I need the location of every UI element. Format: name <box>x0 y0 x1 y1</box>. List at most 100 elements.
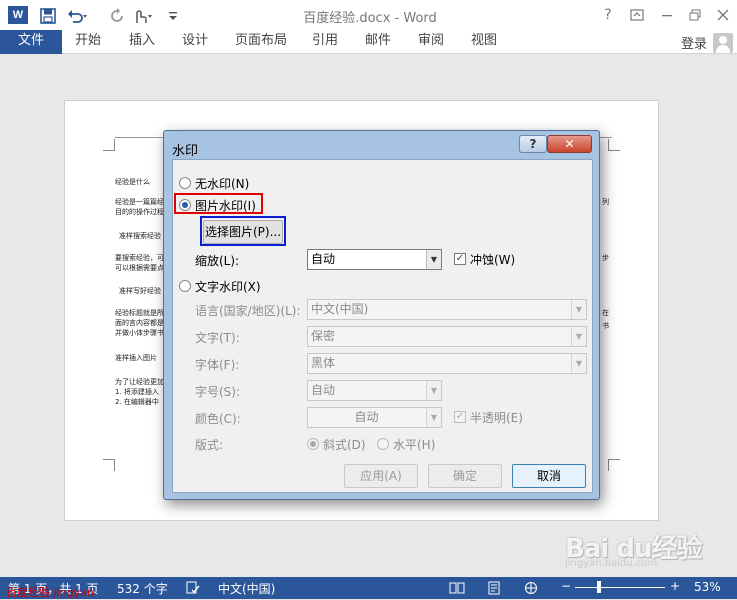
highlight-box-blue <box>200 216 286 246</box>
doc-line: 要搜索经验，可 <box>115 254 164 262</box>
ribbon-tabs: 文件 开始 插入 设计 页面布局 引用 邮件 审阅 视图 登录 <box>0 30 737 54</box>
layout-label: 版式: <box>195 438 224 452</box>
scale-label: 缩放(L): <box>195 254 240 268</box>
tab-references[interactable]: 引用 <box>305 30 345 54</box>
doc-line: 为了让经验更加 <box>115 378 164 386</box>
doc-line: 在 <box>602 309 609 317</box>
minimize-button[interactable] <box>656 4 678 26</box>
zoom-out-button[interactable]: − <box>561 579 571 593</box>
horizontal-label[interactable]: 水平(H) <box>393 436 435 453</box>
doc-line: 准样插入图片 <box>115 354 157 362</box>
semitransparent-label[interactable]: 半透明(E) <box>470 409 523 426</box>
dialog-title: 水印 <box>172 144 199 159</box>
text-watermark-radio[interactable] <box>179 280 191 292</box>
color-dropdown[interactable]: 自动 ▼ <box>307 407 442 428</box>
scale-value: 自动 <box>311 252 336 266</box>
no-watermark-label[interactable]: 无水印(N) <box>195 175 249 192</box>
text-combobox[interactable]: 保密 ▼ <box>307 326 587 347</box>
close-window-button[interactable] <box>712 4 734 26</box>
washout-label[interactable]: 冲蚀(W) <box>470 251 515 268</box>
tab-view[interactable]: 视图 <box>464 30 504 54</box>
print-layout-icon[interactable] <box>487 581 501 598</box>
horizontal-radio[interactable] <box>377 438 389 450</box>
undo-icon[interactable] <box>66 6 90 26</box>
tab-page-layout[interactable]: 页面布局 <box>231 30 291 54</box>
tab-review[interactable]: 审阅 <box>411 30 451 54</box>
dialog-close-button[interactable]: ✕ <box>547 135 592 153</box>
tab-mailings[interactable]: 邮件 <box>358 30 398 54</box>
ribbon-display-options-button[interactable] <box>626 4 648 26</box>
text-value: 保密 <box>311 329 336 343</box>
font-label: 字体(F): <box>195 358 240 372</box>
picture-watermark-radio[interactable] <box>179 199 191 211</box>
zoom-slider-thumb[interactable] <box>596 581 601 593</box>
doc-line: 经验标题就是所 <box>115 309 164 317</box>
tab-design[interactable]: 设计 <box>175 30 215 54</box>
doc-line: 目的的操作过程 <box>115 208 164 216</box>
picture-watermark-label[interactable]: 图片水印(I) <box>195 197 256 214</box>
size-dropdown[interactable]: 自动 ▼ <box>307 380 442 401</box>
watermark-dialog: 水印 ? ✕ 无水印(N) 图片水印(I) 选择图片(P)... 缩放(L): … <box>163 130 600 500</box>
tab-file[interactable]: 文件 <box>0 30 62 54</box>
chevron-down-icon[interactable]: ▼ <box>426 381 441 400</box>
language-value: 中文(中国) <box>311 302 369 316</box>
word-app-icon[interactable]: W <box>8 6 28 24</box>
dialog-help-button[interactable]: ? <box>519 135 547 153</box>
diagonal-radio[interactable] <box>307 438 319 450</box>
no-watermark-radio[interactable] <box>179 177 191 189</box>
cancel-button[interactable]: 取消 <box>512 464 586 488</box>
language-status[interactable]: 中文(中国) <box>218 580 275 597</box>
chevron-down-icon[interactable]: ▼ <box>571 327 586 346</box>
crop-mark <box>103 139 115 151</box>
washout-checkbox[interactable]: ✓ <box>454 253 466 265</box>
text-watermark-label[interactable]: 文字水印(X) <box>195 278 261 295</box>
chevron-down-icon[interactable]: ▼ <box>571 300 586 319</box>
language-label: 语言(国家/地区)(L): <box>195 304 301 318</box>
proofing-icon[interactable] <box>186 581 200 598</box>
zoom-percentage[interactable]: 53% <box>694 580 721 594</box>
tab-home[interactable]: 开始 <box>68 30 108 54</box>
doc-line: 经验是什么 <box>115 178 150 186</box>
read-mode-icon[interactable] <box>449 581 465 598</box>
text-label: 文字(T): <box>195 331 240 345</box>
customize-qat-icon[interactable] <box>166 6 180 26</box>
chevron-down-icon[interactable]: ▼ <box>426 408 441 427</box>
brand-watermark-url: jingyan.baidu.com <box>565 558 658 569</box>
title-bar: W 百度经验.docx - Word ? <box>0 0 737 30</box>
scale-dropdown[interactable]: 自动 ▼ <box>307 249 442 270</box>
size-value: 自动 <box>311 383 336 397</box>
help-button[interactable]: ? <box>597 4 619 26</box>
doc-line: 并做小体步骤书 <box>115 329 164 337</box>
doc-line: 2. 在编辑器中 <box>115 398 159 406</box>
doc-line: 面的言内容都是 <box>115 319 164 327</box>
touch-mode-icon[interactable] <box>130 6 156 26</box>
doc-line: 准样写好经验 <box>119 287 161 295</box>
chevron-down-icon[interactable]: ▼ <box>426 250 441 269</box>
save-icon[interactable] <box>38 6 58 26</box>
chevron-down-icon[interactable]: ▼ <box>571 354 586 373</box>
sign-in-link[interactable]: 登录 <box>681 33 707 52</box>
redo-icon[interactable] <box>108 6 126 26</box>
tab-insert[interactable]: 插入 <box>122 30 162 54</box>
web-layout-icon[interactable] <box>524 581 538 598</box>
crop-mark <box>608 459 620 471</box>
zoom-slider[interactable] <box>575 587 665 588</box>
zoom-in-button[interactable]: + <box>670 579 680 593</box>
size-label: 字号(S): <box>195 385 241 399</box>
font-dropdown[interactable]: 黑体 ▼ <box>307 353 587 374</box>
color-label: 颜色(C): <box>195 412 241 426</box>
crop-mark <box>608 139 620 151</box>
restore-button[interactable] <box>684 4 706 26</box>
apply-button[interactable]: 应用(A) <box>344 464 418 488</box>
ok-button[interactable]: 确定 <box>428 464 502 488</box>
word-count[interactable]: 532 个字 <box>117 580 168 597</box>
font-value: 黑体 <box>311 356 336 370</box>
semitransparent-checkbox[interactable]: ✓ <box>454 411 466 423</box>
doc-line: 1. 将添建插入 <box>115 388 159 396</box>
diagonal-label[interactable]: 斜式(D) <box>323 436 366 453</box>
overlay-caption: 百度经验 jingyan <box>6 586 94 599</box>
language-dropdown[interactable]: 中文(中国) ▼ <box>307 299 587 320</box>
avatar[interactable] <box>713 33 733 53</box>
doc-line: 步 <box>602 254 609 262</box>
doc-line: 经验是一篇篇经 <box>115 198 164 206</box>
